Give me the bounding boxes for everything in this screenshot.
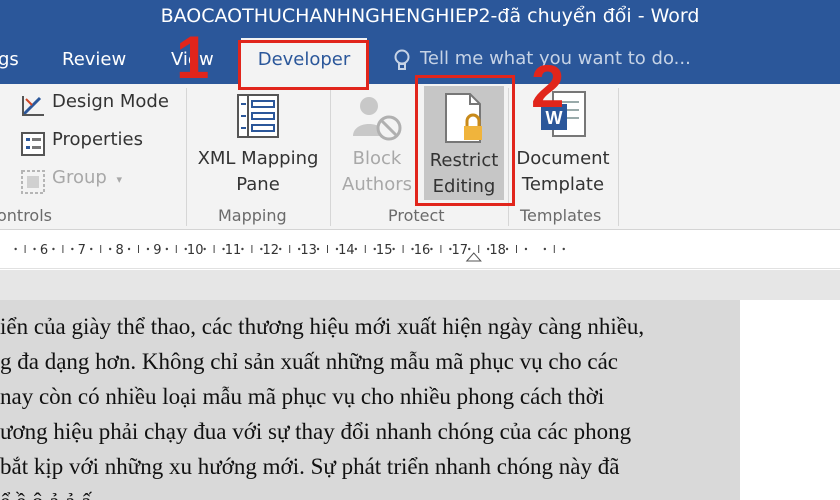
block-authors-label-line2: Authors bbox=[342, 174, 412, 195]
document-line: nay còn có nhiều loại mẫu mã phục vụ cho… bbox=[0, 384, 605, 409]
page-gap bbox=[0, 270, 840, 300]
step-number-2: 2 bbox=[531, 53, 565, 120]
block-authors-icon bbox=[353, 97, 402, 141]
ruler-dot bbox=[430, 247, 433, 251]
restrict-editing-highlight bbox=[415, 75, 515, 206]
block-authors-label-line1: Block bbox=[352, 148, 402, 169]
lightbulb-icon bbox=[394, 49, 410, 70]
xml-mapping-pane-button[interactable]: XML Mapping Pane bbox=[192, 92, 324, 198]
ruler-number: 13 bbox=[300, 243, 317, 258]
ruler-dot bbox=[127, 247, 131, 251]
right-indent-marker[interactable] bbox=[465, 252, 482, 262]
design-mode-button[interactable]: Design Mode bbox=[20, 91, 169, 117]
title-bar: BAOCAOTHUCHANHNGHENGHIEP2-đã chuyển đổi … bbox=[0, 0, 840, 38]
ruler-number: 14 bbox=[338, 243, 355, 258]
ruler-dot bbox=[71, 247, 74, 251]
group-divider bbox=[186, 88, 187, 226]
ruler-number: 16 bbox=[414, 243, 431, 258]
document-template-label-line2: Template bbox=[521, 174, 605, 195]
ruler-dot bbox=[505, 247, 509, 251]
group-divider bbox=[618, 88, 619, 226]
document-line: g đa dạng hơn. Không chỉ sản xuất những … bbox=[0, 349, 619, 374]
ruler-dot bbox=[354, 247, 358, 251]
group-button[interactable]: Group ▾ bbox=[20, 167, 123, 194]
ruler-dot bbox=[203, 247, 206, 251]
protect-group-label: Protect bbox=[388, 206, 445, 225]
xml-mapping-label-line1: XML Mapping bbox=[197, 148, 319, 169]
group-divider bbox=[330, 88, 331, 226]
ruler-dot bbox=[316, 247, 320, 251]
ruler-dot bbox=[241, 247, 244, 251]
document-template-label-line1: Document bbox=[516, 148, 610, 169]
ruler-number: 18 bbox=[489, 243, 506, 258]
ruler-number: 7 bbox=[78, 243, 86, 258]
ruler-dot bbox=[52, 247, 55, 251]
ruler-number: 9 bbox=[153, 243, 161, 258]
mapping-group-label: Mapping bbox=[218, 206, 287, 225]
ruler-dot bbox=[543, 247, 547, 251]
ruler-dot bbox=[279, 247, 282, 251]
properties-icon bbox=[21, 132, 45, 156]
ruler-number: 11 bbox=[225, 243, 242, 258]
properties-button[interactable]: Properties bbox=[20, 129, 143, 156]
ruler-dot bbox=[14, 247, 17, 251]
document-line: ể ề ô ả ả ấ bbox=[0, 489, 91, 500]
chevron-down-icon: ▾ bbox=[116, 173, 123, 186]
ruler-number: 12 bbox=[263, 243, 280, 258]
ruler-number: 8 bbox=[115, 243, 123, 258]
block-authors-button[interactable]: Block Authors bbox=[337, 92, 417, 198]
xml-mapping-label-line2: Pane bbox=[236, 174, 280, 195]
templates-group-label: Templates bbox=[520, 206, 602, 225]
developer-tab-highlight bbox=[238, 40, 369, 90]
document-text-selection[interactable]: iển của giày thể thao, các thương hiệu m… bbox=[0, 300, 740, 500]
ruler-number: 6 bbox=[40, 243, 48, 258]
xml-mapping-pane-icon bbox=[237, 94, 279, 138]
tab-review[interactable]: Review bbox=[62, 49, 126, 70]
step-number-1: 1 bbox=[176, 24, 210, 91]
ruler-dot bbox=[90, 247, 93, 251]
tab-partial[interactable]: gs bbox=[0, 49, 19, 70]
ruler-dot bbox=[33, 247, 36, 251]
document-line: iển của giày thể thao, các thương hiệu m… bbox=[0, 314, 645, 339]
ruler-number: 10 bbox=[187, 243, 204, 258]
ruler-dot bbox=[392, 247, 395, 251]
horizontal-ruler[interactable]: 6 7 8 9 10 11 12 13 14 15 16 17 18 bbox=[0, 231, 840, 269]
group-icon bbox=[21, 170, 45, 194]
ruler-dot bbox=[165, 247, 169, 251]
ruler-dot bbox=[562, 247, 565, 251]
ruler-dot bbox=[524, 247, 528, 251]
ruler-dot bbox=[468, 247, 471, 251]
design-mode-icon bbox=[21, 96, 44, 117]
window-title: BAOCAOTHUCHANHNGHENGHIEP2-đã chuyển đổi … bbox=[160, 5, 700, 27]
document-line: bắt kịp với những xu hướng mới. Sự phát … bbox=[0, 454, 620, 479]
document-line: ương hiệu phải chạy đua với sự thay đổi … bbox=[0, 419, 632, 444]
controls-group-label: ontrols bbox=[0, 206, 52, 225]
ruler-number: 15 bbox=[376, 243, 393, 258]
ruler-scale: 6 7 8 9 10 11 12 13 14 15 16 17 18 bbox=[14, 243, 565, 262]
ruler-dot bbox=[108, 247, 112, 251]
ruler-number: 17 bbox=[452, 243, 469, 258]
ruler-dot bbox=[146, 247, 150, 251]
